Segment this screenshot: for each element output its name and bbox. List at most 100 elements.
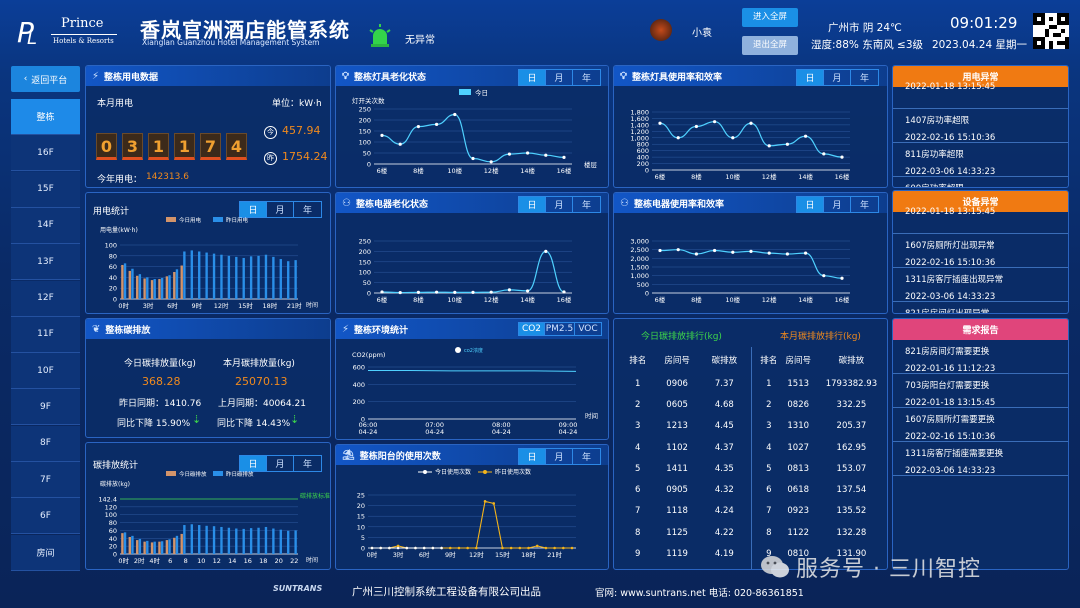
y-tick-label: 60 — [109, 263, 117, 271]
sidebar-item[interactable]: 12F — [11, 280, 80, 317]
bar-yesterday — [212, 526, 216, 554]
table-row: 4 1102 4.37 — [622, 437, 748, 458]
tab-day[interactable]: 日 — [519, 197, 546, 212]
alarm-item[interactable]: 1311房客厅插座需要更换 2022-03-06 14:33:23 — [893, 442, 1068, 476]
alarm-time: 2022-01-18 13:15:45 — [905, 398, 996, 408]
tab-year[interactable]: 年 — [294, 202, 321, 217]
sidebar-item[interactable]: 7F — [11, 462, 80, 498]
device-alarm-list: 2022-01-18 13:15:45 1607房厕所灯出现异常 2022-02-1… — [893, 200, 1068, 313]
sidebar-item[interactable]: 15F — [11, 171, 80, 208]
sidebar-item[interactable]: 整栋 — [11, 99, 80, 135]
tab-month[interactable]: 月 — [267, 456, 294, 471]
bar-today — [121, 533, 124, 554]
y-tick-label: 0 — [645, 290, 649, 298]
bar-yesterday — [138, 538, 142, 554]
bar-yesterday — [168, 539, 171, 554]
tab-month[interactable]: 月 — [267, 202, 294, 217]
bar-yesterday — [198, 251, 201, 299]
table-row: 6 0618 137.54 — [757, 479, 887, 500]
alarm-item[interactable]: 609房功率超限2022-01-16 11:12:23 — [893, 177, 1068, 187]
legend-swatch — [213, 471, 223, 476]
tab-month[interactable]: 月 — [546, 70, 573, 85]
alarm-item[interactable]: 1311房客厅插座出现异常 2022-03-06 14:33:23 — [893, 268, 1068, 302]
alarm-item[interactable]: 2022-01-18 13:15:45 — [893, 200, 1068, 234]
tab-month[interactable]: 月 — [824, 70, 851, 85]
tab-month[interactable]: 月 — [824, 197, 851, 212]
table-header: 排名 房间号 碳排放 — [622, 347, 748, 373]
legend-label: 昨日用电 — [226, 217, 249, 224]
sidebar-item[interactable]: 10F — [11, 353, 80, 390]
data-point — [435, 290, 439, 294]
avatar[interactable] — [650, 19, 672, 41]
tab-year[interactable]: 年 — [573, 197, 600, 212]
bar-yesterday — [294, 260, 297, 299]
tab-month[interactable]: 月 — [546, 197, 573, 212]
alarm-item[interactable]: 821房房间灯出现异常2022-01-16 11:12:23 — [893, 302, 1068, 313]
tab-year[interactable]: 年 — [294, 456, 321, 471]
tab-day[interactable]: 日 — [240, 456, 267, 471]
sidebar-item[interactable]: 房间 — [11, 534, 80, 571]
y-tick-label: 15 — [357, 513, 365, 521]
table-cell: 4 — [635, 442, 641, 453]
tab-pm25[interactable]: PM2.5 — [545, 323, 575, 335]
fullscreen-button[interactable]: 进入全屏 — [742, 8, 798, 27]
sidebar-item[interactable]: 11F — [11, 316, 80, 353]
user-name[interactable]: 小袁 — [692, 24, 712, 39]
x-tick-label: 0时 — [367, 550, 378, 559]
power-alarm-panel: 用电异常 2022-01-18 13:15:45 1407房功率超限 2022-02… — [892, 65, 1069, 188]
tab-day[interactable]: 日 — [240, 202, 267, 217]
alarm-item[interactable]: 811房功率超限 2022-03-06 14:33:23 — [893, 143, 1068, 177]
y-tick-label: 100 — [105, 511, 117, 519]
alarm-item[interactable]: 1607房厕所灯出现异常 2022-02-16 15:10:36 — [893, 234, 1068, 268]
exit-fullscreen-button[interactable]: 退出全屏 — [742, 36, 798, 55]
alarm-item[interactable]: 821房房间灯需要更换 2022-01-16 11:12:23 — [893, 340, 1068, 374]
x-tick-label: 04-24 — [559, 428, 578, 436]
plug-icon: ⚇ — [620, 197, 629, 209]
table-row: 1 1513 1793382.93 — [757, 373, 887, 394]
tab-voc[interactable]: VOC — [575, 323, 601, 335]
sidebar-item[interactable]: 9F — [11, 389, 80, 426]
sidebar-item[interactable]: 16F — [11, 135, 80, 172]
alarm-item[interactable]: 1607房厕所灯需要更换 2022-02-16 15:10:36 — [893, 408, 1068, 442]
alarm-item[interactable]: 1407房功率超限 2022-02-16 15:10:36 — [893, 109, 1068, 143]
suntrans-logo: SUNTRANS — [273, 584, 323, 593]
sidebar-item[interactable]: 13F — [11, 244, 80, 281]
data-point — [694, 252, 698, 256]
x-tick-label: 8楼 — [691, 295, 702, 304]
alarm-message: 1407房功率超限 — [905, 116, 970, 126]
bar-yesterday — [183, 251, 186, 299]
lamp-aging-panel: 💡︎ 整栋灯具老化状态 日月年 250 200 150 100 50 0 6楼 8楼 10楼 12楼… — [335, 65, 609, 188]
alarm-item[interactable]: 2022-01-18 13:15:45 — [893, 75, 1068, 109]
alarm-item[interactable]: 703房阳台灯需要更换 2022-01-18 13:15:45 — [893, 374, 1068, 408]
y-tick-label: 2,500 — [630, 246, 649, 254]
tab-day[interactable]: 日 — [797, 197, 824, 212]
data-point — [822, 152, 826, 156]
alarm-time: 2022-01-18 13:15:45 — [905, 82, 996, 92]
back-to-platform-button[interactable]: ‹ 返回平台 — [11, 66, 80, 92]
bar-yesterday — [287, 261, 290, 299]
column-header: 排名 — [760, 356, 778, 366]
x-tick-label: 8楼 — [413, 166, 424, 175]
tab-year[interactable]: 年 — [573, 70, 600, 85]
sidebar-item[interactable]: 8F — [11, 425, 80, 462]
tab-year[interactable]: 年 — [851, 70, 878, 85]
tab-co2[interactable]: CO2 — [519, 323, 545, 335]
tab-year[interactable]: 年 — [851, 197, 878, 212]
tab-day[interactable]: 日 — [519, 70, 546, 85]
x-tick-label: 6楼 — [377, 295, 388, 304]
bar-yesterday — [146, 540, 149, 554]
sidebar-item[interactable]: 6F — [11, 498, 80, 535]
power-stats-chart: 100 80 60 40 20 00时 3时 6时 9时 12时 15时 18时 21时 今日用电 昨日用电… — [100, 217, 318, 310]
tab-year[interactable]: 年 — [573, 449, 600, 464]
data-point — [570, 546, 574, 550]
data-point — [713, 120, 717, 124]
tab-day[interactable]: 日 — [797, 70, 824, 85]
tab-month[interactable]: 月 — [546, 449, 573, 464]
y-tick-label: 0 — [645, 167, 649, 175]
appl-rate-title: 整栋电器使用率和效率 — [633, 199, 724, 210]
data-point — [553, 546, 556, 550]
bar-yesterday — [131, 268, 134, 299]
sidebar-item[interactable]: 14F — [11, 207, 80, 244]
tab-day[interactable]: 日 — [519, 449, 546, 464]
data-point — [370, 546, 374, 550]
